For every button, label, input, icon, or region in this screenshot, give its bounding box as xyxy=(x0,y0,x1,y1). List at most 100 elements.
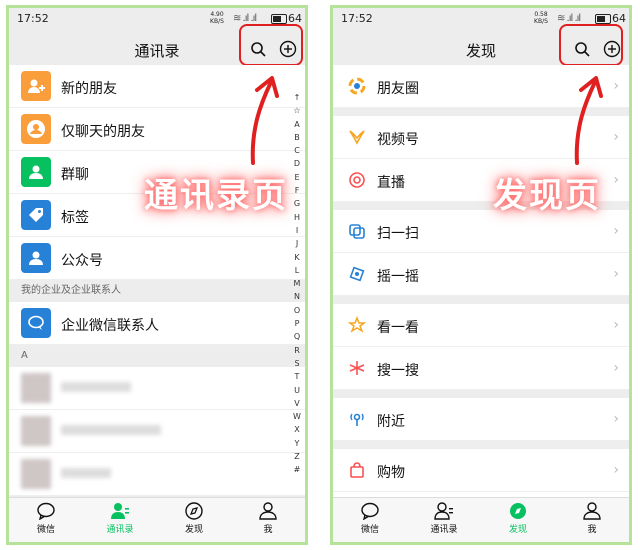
chevron-right-icon: › xyxy=(613,266,619,282)
alphabet-index-letter[interactable]: ↑ xyxy=(291,91,303,104)
avatar xyxy=(21,416,51,446)
signal-icon: ≋ .ıl .ıl xyxy=(557,13,581,24)
avatar xyxy=(21,373,51,403)
contacts-screen: 17:52 4.90 KB/S ≋ .ıl .ıl 64 通讯录 新的朋友 仅聊天… xyxy=(6,5,308,545)
list-item-official-accounts[interactable]: 公众号 xyxy=(9,237,305,280)
section-header-a: A xyxy=(9,345,305,367)
list-item[interactable] xyxy=(9,453,305,496)
tab-me[interactable]: 我 xyxy=(231,498,305,542)
list-item-shopping[interactable]: 购物 › xyxy=(333,449,629,492)
channels-icon xyxy=(347,127,367,147)
section-header: 我的企业及企业联系人 xyxy=(9,280,305,302)
search-feature-icon xyxy=(347,358,367,378)
live-icon xyxy=(347,170,367,190)
alphabet-index-letter[interactable]: J xyxy=(291,237,303,250)
highlight-box xyxy=(239,24,303,66)
add-friend-icon xyxy=(21,71,51,101)
network-speed: 0.58 KB/S xyxy=(534,11,548,25)
official-account-icon xyxy=(21,243,51,273)
shopping-bag-icon xyxy=(347,460,367,480)
alphabet-index-letter[interactable]: W xyxy=(291,410,303,423)
chevron-right-icon: › xyxy=(613,317,619,333)
overlay-label: 通讯录页 xyxy=(144,176,288,216)
alphabet-index-letter[interactable]: Q xyxy=(291,330,303,343)
alphabet-index-letter[interactable]: N xyxy=(291,290,303,303)
chat-icon xyxy=(37,502,55,520)
compass-icon xyxy=(510,503,526,519)
overlay-label: 发现页 xyxy=(493,176,601,216)
person-circle-icon xyxy=(21,114,51,144)
alphabet-index-letter[interactable]: X xyxy=(291,423,303,436)
alphabet-index-letter[interactable]: B xyxy=(291,131,303,144)
list-item-search[interactable]: 搜一搜 › xyxy=(333,347,629,390)
chevron-right-icon: › xyxy=(613,223,619,239)
alphabet-index-letter[interactable]: E xyxy=(291,171,303,184)
alphabet-index-letter[interactable]: ☆ xyxy=(291,104,303,117)
shake-icon xyxy=(347,264,367,284)
signal-icon: ≋ .ıl .ıl xyxy=(233,13,257,24)
contacts-icon xyxy=(434,502,453,520)
chevron-right-icon: › xyxy=(613,411,619,427)
person-icon xyxy=(259,502,277,520)
list-item-shake[interactable]: 摇一摇 › xyxy=(333,253,629,296)
avatar xyxy=(21,459,51,489)
list-item-nearby[interactable]: 附近 › xyxy=(333,398,629,441)
alphabet-index-letter[interactable]: O xyxy=(291,304,303,317)
alphabet-index-letter[interactable]: D xyxy=(291,157,303,170)
battery-icon xyxy=(595,14,611,24)
moments-icon xyxy=(347,76,367,96)
contacts-icon xyxy=(111,503,129,519)
group-icon xyxy=(21,157,51,187)
chat-icon xyxy=(361,502,379,520)
alphabet-index-letter[interactable]: R xyxy=(291,344,303,357)
alphabet-index[interactable]: ↑ ☆ A B C D E F G H I J K L M N O P Q R S T U V W X Y Z # xyxy=(291,91,303,477)
tab-chats[interactable]: 微信 xyxy=(9,498,83,542)
highlight-box xyxy=(559,24,623,66)
alphabet-index-letter[interactable]: K xyxy=(291,251,303,264)
list-item[interactable] xyxy=(9,367,305,410)
top-stories-icon xyxy=(347,315,367,335)
status-time: 17:52 xyxy=(17,12,49,25)
alphabet-index-letter[interactable]: # xyxy=(291,463,303,476)
alphabet-index-letter[interactable]: Z xyxy=(291,450,303,463)
compass-icon xyxy=(185,502,203,520)
enterprise-chat-icon xyxy=(21,308,51,338)
alphabet-index-letter[interactable]: L xyxy=(291,264,303,277)
alphabet-index-letter[interactable]: H xyxy=(291,211,303,224)
tab-me[interactable]: 我 xyxy=(555,498,629,542)
alphabet-index-letter[interactable]: Y xyxy=(291,437,303,450)
nearby-icon xyxy=(347,409,367,429)
status-time: 17:52 xyxy=(341,12,373,25)
alphabet-index-letter[interactable]: C xyxy=(291,144,303,157)
arrow-icon xyxy=(574,76,603,165)
alphabet-index-letter[interactable]: P xyxy=(291,317,303,330)
alphabet-index-letter[interactable]: V xyxy=(291,397,303,410)
network-speed: 4.90 KB/S xyxy=(210,11,224,25)
tab-contacts[interactable]: 通讯录 xyxy=(407,498,481,542)
alphabet-index-letter[interactable]: F xyxy=(291,184,303,197)
alphabet-index-letter[interactable]: S xyxy=(291,357,303,370)
chevron-right-icon: › xyxy=(613,360,619,376)
tab-chats[interactable]: 微信 xyxy=(333,498,407,542)
chevron-right-icon: › xyxy=(613,462,619,478)
tab-discover[interactable]: 发现 xyxy=(157,498,231,542)
alphabet-index-letter[interactable]: M xyxy=(291,277,303,290)
tab-contacts[interactable]: 通讯录 xyxy=(83,498,157,542)
discover-screen: 17:52 0.58 KB/S ≋ .ıl .ıl 64 发现 朋友圈 › 视频号 ›… xyxy=(330,5,632,545)
alphabet-index-letter[interactable]: G xyxy=(291,197,303,210)
arrow-icon xyxy=(250,76,279,165)
alphabet-index-letter[interactable]: A xyxy=(291,118,303,131)
tab-bar: 微信 通讯录 发现 我 xyxy=(9,497,305,542)
alphabet-index-letter[interactable]: I xyxy=(291,224,303,237)
tab-bar: 微信 通讯录 发现 我 xyxy=(333,497,629,542)
tag-icon xyxy=(21,200,51,230)
alphabet-index-letter[interactable]: T xyxy=(291,370,303,383)
scan-icon xyxy=(347,221,367,241)
chevron-right-icon: › xyxy=(613,172,619,188)
alphabet-index-letter[interactable]: U xyxy=(291,384,303,397)
list-item[interactable] xyxy=(9,410,305,453)
person-icon xyxy=(583,502,601,520)
list-item-enterprise-contacts[interactable]: 企业微信联系人 xyxy=(9,302,305,345)
list-item-top-stories[interactable]: 看一看 › xyxy=(333,304,629,347)
tab-discover[interactable]: 发现 xyxy=(481,498,555,542)
